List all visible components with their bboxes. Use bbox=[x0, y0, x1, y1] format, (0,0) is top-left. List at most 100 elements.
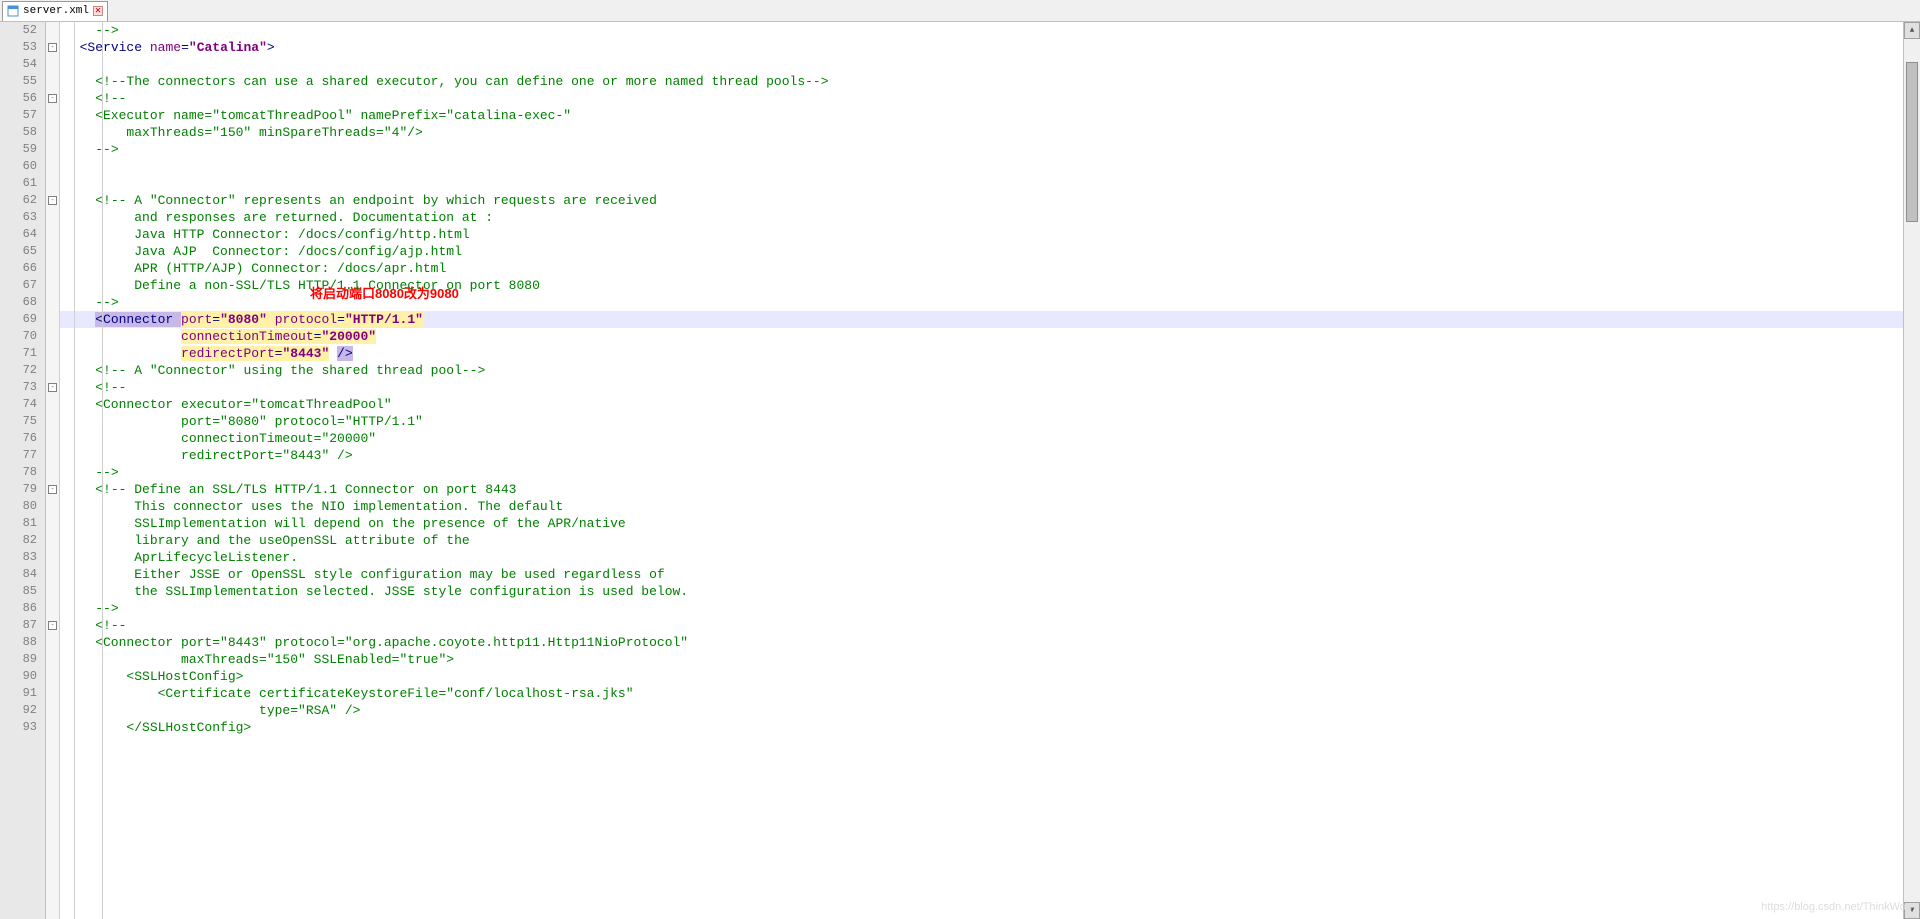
line-number: 72 bbox=[0, 362, 37, 379]
line-number: 82 bbox=[0, 532, 37, 549]
code-line[interactable]: <!-- A "Connector" using the shared thre… bbox=[60, 362, 1903, 379]
code-body[interactable]: --> <Service name="Catalina"> <!--The co… bbox=[60, 22, 1903, 919]
code-line[interactable]: --> bbox=[60, 464, 1903, 481]
code-line[interactable]: Either JSSE or OpenSSL style configurati… bbox=[60, 566, 1903, 583]
line-number: 75 bbox=[0, 413, 37, 430]
line-number: 83 bbox=[0, 549, 37, 566]
code-line[interactable] bbox=[60, 158, 1903, 175]
code-line[interactable]: --> bbox=[60, 22, 1903, 39]
watermark: https://blog.csdn.net/ThinkWon bbox=[1761, 901, 1912, 913]
line-number: 71 bbox=[0, 345, 37, 362]
line-number: 63 bbox=[0, 209, 37, 226]
line-number: 79 bbox=[0, 481, 37, 498]
line-number: 93 bbox=[0, 719, 37, 736]
code-line[interactable]: <!-- Define an SSL/TLS HTTP/1.1 Connecto… bbox=[60, 481, 1903, 498]
code-line[interactable]: </SSLHostConfig> bbox=[60, 719, 1903, 736]
line-number: 65 bbox=[0, 243, 37, 260]
xml-file-icon bbox=[7, 5, 19, 17]
code-line[interactable]: <!-- bbox=[60, 379, 1903, 396]
code-line[interactable]: <Connector port="8080" protocol="HTTP/1.… bbox=[60, 311, 1903, 328]
scroll-thumb[interactable] bbox=[1906, 62, 1918, 222]
annotation-text: 将启动端口8080改为9080 bbox=[310, 283, 459, 302]
line-number: 61 bbox=[0, 175, 37, 192]
code-line[interactable]: <Service name="Catalina"> bbox=[60, 39, 1903, 56]
code-line[interactable]: <Connector executor="tomcatThreadPool" bbox=[60, 396, 1903, 413]
code-line[interactable]: the SSLImplementation selected. JSSE sty… bbox=[60, 583, 1903, 600]
code-line[interactable]: <!-- bbox=[60, 617, 1903, 634]
code-line[interactable]: Java AJP Connector: /docs/config/ajp.htm… bbox=[60, 243, 1903, 260]
line-number: 64 bbox=[0, 226, 37, 243]
code-line[interactable]: connectionTimeout="20000" bbox=[60, 328, 1903, 345]
tab-filename: server.xml bbox=[23, 5, 89, 17]
line-number: 74 bbox=[0, 396, 37, 413]
code-line[interactable]: <Certificate certificateKeystoreFile="co… bbox=[60, 685, 1903, 702]
code-line[interactable]: redirectPort="8443" /> bbox=[60, 345, 1903, 362]
code-line[interactable]: Java HTTP Connector: /docs/config/http.h… bbox=[60, 226, 1903, 243]
code-line[interactable]: and responses are returned. Documentatio… bbox=[60, 209, 1903, 226]
line-number: 70 bbox=[0, 328, 37, 345]
fold-toggle[interactable]: - bbox=[48, 196, 57, 205]
line-number: 54 bbox=[0, 56, 37, 73]
close-icon[interactable]: ✕ bbox=[93, 6, 103, 16]
line-number: 55 bbox=[0, 73, 37, 90]
line-number: 67 bbox=[0, 277, 37, 294]
line-number: 66 bbox=[0, 260, 37, 277]
vertical-scrollbar[interactable]: ▲ ▼ bbox=[1903, 22, 1920, 919]
code-line[interactable]: redirectPort="8443" /> bbox=[60, 447, 1903, 464]
code-line[interactable] bbox=[60, 56, 1903, 73]
line-number: 85 bbox=[0, 583, 37, 600]
code-line[interactable]: <Executor name="tomcatThreadPool" namePr… bbox=[60, 107, 1903, 124]
code-line[interactable]: maxThreads="150" minSpareThreads="4"/> bbox=[60, 124, 1903, 141]
line-number-gutter: 5253545556575859606162636465666768697071… bbox=[0, 22, 46, 919]
fold-toggle[interactable]: - bbox=[48, 621, 57, 630]
line-number: 62 bbox=[0, 192, 37, 209]
code-line[interactable]: --> bbox=[60, 600, 1903, 617]
line-number: 60 bbox=[0, 158, 37, 175]
line-number: 52 bbox=[0, 22, 37, 39]
editor-window: server.xml ✕ 525354555657585960616263646… bbox=[0, 0, 1920, 919]
line-number: 53 bbox=[0, 39, 37, 56]
line-number: 81 bbox=[0, 515, 37, 532]
code-line[interactable]: connectionTimeout="20000" bbox=[60, 430, 1903, 447]
line-number: 87 bbox=[0, 617, 37, 634]
line-number: 57 bbox=[0, 107, 37, 124]
code-line[interactable]: <SSLHostConfig> bbox=[60, 668, 1903, 685]
line-number: 58 bbox=[0, 124, 37, 141]
fold-toggle[interactable]: - bbox=[48, 43, 57, 52]
code-line[interactable]: --> bbox=[60, 141, 1903, 158]
line-number: 90 bbox=[0, 668, 37, 685]
code-line[interactable]: <!-- A "Connector" represents an endpoin… bbox=[60, 192, 1903, 209]
line-number: 76 bbox=[0, 430, 37, 447]
line-number: 92 bbox=[0, 702, 37, 719]
code-line[interactable]: This connector uses the NIO implementati… bbox=[60, 498, 1903, 515]
code-line[interactable]: <!--The connectors can use a shared exec… bbox=[60, 73, 1903, 90]
line-number: 80 bbox=[0, 498, 37, 515]
code-line[interactable]: type="RSA" /> bbox=[60, 702, 1903, 719]
tab-bar: server.xml ✕ bbox=[0, 0, 1920, 22]
line-number: 78 bbox=[0, 464, 37, 481]
code-line[interactable]: library and the useOpenSSL attribute of … bbox=[60, 532, 1903, 549]
line-number: 89 bbox=[0, 651, 37, 668]
code-line[interactable]: AprLifecycleListener. bbox=[60, 549, 1903, 566]
fold-toggle[interactable]: - bbox=[48, 383, 57, 392]
code-line[interactable]: <!-- bbox=[60, 90, 1903, 107]
fold-toggle[interactable]: - bbox=[48, 485, 57, 494]
line-number: 56 bbox=[0, 90, 37, 107]
code-line[interactable] bbox=[60, 175, 1903, 192]
line-number: 69 bbox=[0, 311, 37, 328]
line-number: 91 bbox=[0, 685, 37, 702]
scroll-up-button[interactable]: ▲ bbox=[1904, 22, 1920, 39]
code-line[interactable]: port="8080" protocol="HTTP/1.1" bbox=[60, 413, 1903, 430]
line-number: 84 bbox=[0, 566, 37, 583]
code-area: 5253545556575859606162636465666768697071… bbox=[0, 22, 1920, 919]
file-tab[interactable]: server.xml ✕ bbox=[2, 1, 108, 21]
fold-column: - - - - - - bbox=[46, 22, 60, 919]
line-number: 86 bbox=[0, 600, 37, 617]
fold-toggle[interactable]: - bbox=[48, 94, 57, 103]
code-line[interactable]: maxThreads="150" SSLEnabled="true"> bbox=[60, 651, 1903, 668]
code-line[interactable]: <Connector port="8443" protocol="org.apa… bbox=[60, 634, 1903, 651]
code-line[interactable]: SSLImplementation will depend on the pre… bbox=[60, 515, 1903, 532]
line-number: 73 bbox=[0, 379, 37, 396]
line-number: 88 bbox=[0, 634, 37, 651]
code-line[interactable]: APR (HTTP/AJP) Connector: /docs/apr.html bbox=[60, 260, 1903, 277]
